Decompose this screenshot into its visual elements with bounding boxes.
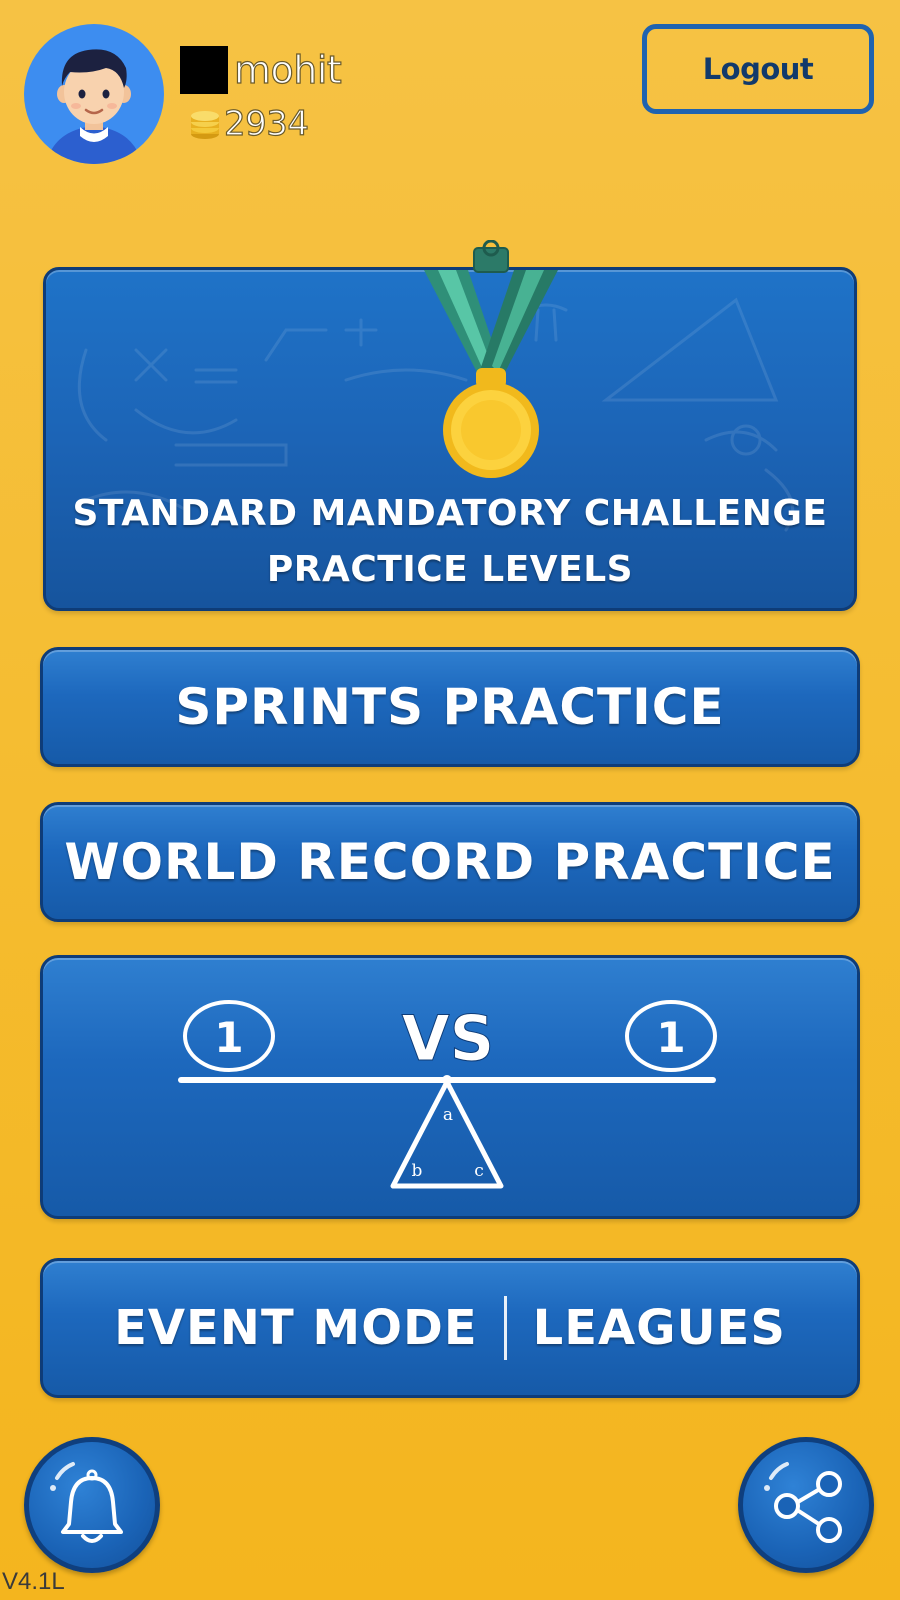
left-player-count: 1 <box>214 1013 243 1062</box>
boy-avatar-icon <box>46 49 142 164</box>
bell-icon <box>50 1462 123 1543</box>
coin-stack-icon <box>191 111 219 139</box>
gold-medal-icon <box>424 240 558 478</box>
avatar[interactable] <box>24 24 164 164</box>
triangle-fulcrum-icon <box>390 1079 504 1189</box>
one-vs-one-button[interactable]: 1 VS 1 a b c <box>40 955 860 1219</box>
right-player-count: 1 <box>656 1013 685 1062</box>
event-mode-leagues-button[interactable]: EVENT MODE LEAGUES <box>40 1258 860 1398</box>
leagues-label: LEAGUES <box>532 1300 786 1356</box>
world-record-practice-button[interactable]: WORLD RECORD PRACTICE <box>40 802 860 922</box>
username-row: mohit <box>180 44 342 96</box>
sprints-practice-button[interactable]: SPRINTS PRACTICE <box>40 647 860 767</box>
triangle-label-b: b <box>412 1161 423 1181</box>
notifications-button[interactable] <box>24 1437 160 1573</box>
share-button[interactable] <box>738 1437 874 1573</box>
triangle-label-c: c <box>474 1161 484 1181</box>
triangle-label-a: a <box>443 1105 453 1125</box>
user-info: mohit 2934 <box>180 44 342 146</box>
coins-row: 2934 <box>188 102 341 146</box>
vs-label: VS <box>402 1002 495 1075</box>
username: mohit <box>233 47 342 92</box>
event-mode-label: EVENT MODE <box>114 1300 478 1356</box>
challenge-title-line2: PRACTICE LEVELS <box>266 549 634 590</box>
challenge-title: STANDARD MANDATORY CHALLENGE PRACTICE LE… <box>46 486 854 598</box>
version-label: V4.1L <box>2 1568 65 1595</box>
versus-graphic: 1 VS 1 a b c <box>178 1000 717 1189</box>
standard-challenge-card[interactable]: STANDARD MANDATORY CHALLENGE PRACTICE LE… <box>43 240 857 611</box>
share-icon <box>764 1462 842 1543</box>
challenge-title-line1: STANDARD MANDATORY CHALLENGE <box>72 493 828 534</box>
event-divider <box>503 1296 507 1360</box>
logout-button[interactable]: Logout <box>642 24 874 114</box>
coin-count: 2934 <box>223 103 309 144</box>
sprints-practice-label: SPRINTS PRACTICE <box>175 678 725 736</box>
flag-square-icon <box>180 46 228 94</box>
world-record-practice-label: WORLD RECORD PRACTICE <box>64 833 836 891</box>
